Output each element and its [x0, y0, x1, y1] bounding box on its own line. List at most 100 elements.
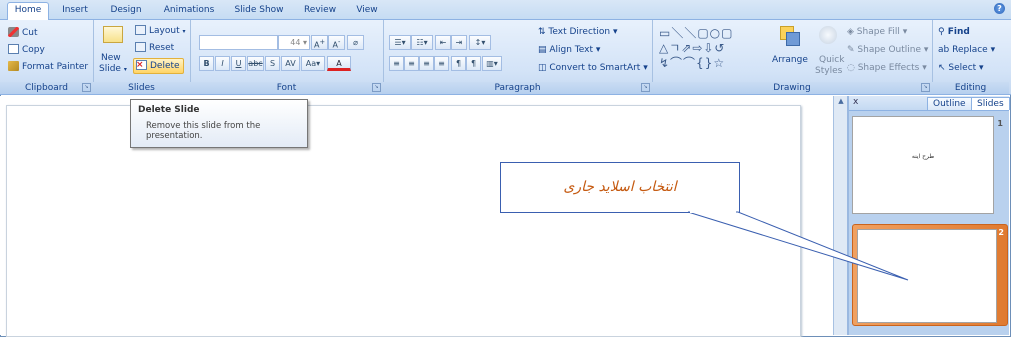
- drawing-group-label: Drawing: [652, 82, 932, 94]
- shape-fill-label: Shape Fill: [856, 27, 900, 37]
- format-painter-button[interactable]: Format Painter: [8, 61, 88, 73]
- effects-icon: ◌: [847, 63, 858, 73]
- shape-effects-button[interactable]: ◌ Shape Effects ▾: [847, 62, 927, 74]
- font-group: 44 ▾ A+ A- ⌀ B I U abc S AV Aa▾ A Font ↘: [190, 20, 384, 94]
- tooltip-body: Remove this slide from the presentation.: [146, 121, 261, 141]
- tab-slides[interactable]: Slides: [971, 97, 1010, 110]
- bullets-icon[interactable]: ☰▾: [389, 35, 411, 50]
- arrange-button[interactable]: Arrange: [772, 24, 808, 74]
- font-color-icon[interactable]: A: [327, 56, 351, 71]
- close-pane-icon[interactable]: x: [853, 97, 858, 107]
- tab-review[interactable]: Review: [300, 3, 340, 19]
- tab-insert[interactable]: Insert: [56, 3, 94, 19]
- align-left-icon[interactable]: ≡: [389, 56, 404, 71]
- select-label: Select: [948, 63, 977, 73]
- delete-icon: ×: [136, 60, 147, 70]
- text-direction-label: Text Direction: [548, 27, 611, 37]
- find-button[interactable]: ⚲ Find: [938, 26, 970, 38]
- bold-icon[interactable]: B: [199, 56, 214, 71]
- change-case-icon[interactable]: Aa▾: [301, 56, 325, 71]
- shape-fill-button[interactable]: ◈ Shape Fill ▾: [847, 26, 907, 38]
- tab-home[interactable]: Home: [7, 2, 49, 20]
- slide-editing-area[interactable]: [0, 96, 833, 337]
- text-direction-button[interactable]: ⇅ Text Direction ▾: [538, 26, 618, 38]
- drawing-group: ▭＼＼▢○▢ △ㄱ⇗⇨⇩↺ ↯⌒⌒{}☆ Arrange Quick Style…: [652, 20, 933, 94]
- decrease-indent-icon[interactable]: ⇤: [435, 35, 451, 50]
- pane-tabs: x Outline Slides: [849, 96, 1010, 111]
- layout-icon: [135, 25, 146, 35]
- arrange-label: Arrange: [772, 55, 808, 65]
- new-slide-button[interactable]: New Slide ▾: [97, 24, 127, 78]
- scissors-icon: [8, 27, 19, 37]
- tab-design[interactable]: Design: [107, 3, 145, 19]
- delete-slide-button[interactable]: × Delete: [133, 58, 184, 74]
- shape-outline-button[interactable]: ✎ Shape Outline ▾: [847, 44, 928, 56]
- font-size-combo[interactable]: 44 ▾: [278, 35, 310, 50]
- thumbnail-2-preview: [857, 229, 997, 323]
- char-spacing-icon[interactable]: AV: [281, 56, 300, 71]
- help-icon[interactable]: ?: [994, 3, 1005, 14]
- justify-icon[interactable]: ≡: [434, 56, 449, 71]
- layout-label: Layout: [149, 26, 180, 36]
- paragraph-launcher-icon[interactable]: ↘: [641, 83, 650, 92]
- shapes-gallery[interactable]: ▭＼＼▢○▢ △ㄱ⇗⇨⇩↺ ↯⌒⌒{}☆: [659, 26, 769, 74]
- new-slide-label-2: Slide ▾: [99, 63, 127, 76]
- font-size-value: 44: [290, 38, 301, 47]
- slide-thumbnail-1[interactable]: طرح اینه 1: [852, 116, 1006, 216]
- tab-view[interactable]: View: [352, 3, 382, 19]
- italic-icon[interactable]: I: [215, 56, 230, 71]
- scroll-up-icon[interactable]: ▲: [836, 97, 846, 107]
- quick-styles-label-2: Styles: [815, 66, 843, 76]
- cursor-icon: ↖: [938, 63, 949, 73]
- copy-button[interactable]: Copy: [8, 44, 45, 56]
- new-slide-label-2-text: Slide: [99, 64, 121, 74]
- shadow-icon[interactable]: S: [265, 56, 280, 71]
- slides-group-label: Slides: [93, 82, 190, 94]
- quick-styles-icon: [819, 26, 837, 44]
- reset-button[interactable]: Reset: [135, 42, 174, 54]
- select-button[interactable]: ↖ Select ▾: [938, 62, 984, 74]
- underline-icon[interactable]: U: [231, 56, 246, 71]
- ltr-icon[interactable]: ¶: [451, 56, 466, 71]
- slides-pane: x Outline Slides طرح اینه 1 2: [849, 96, 1010, 335]
- shrink-font-icon[interactable]: A-: [328, 35, 345, 50]
- rtl-icon[interactable]: ¶: [466, 56, 481, 71]
- convert-smartart-label: Convert to SmartArt: [549, 63, 641, 73]
- ribbon: Cut Copy Format Painter Clipboard ↘ New …: [0, 20, 1011, 95]
- clear-format-icon[interactable]: ⌀: [347, 35, 364, 50]
- current-slide[interactable]: [6, 105, 801, 337]
- tab-slide-show[interactable]: Slide Show: [230, 3, 288, 19]
- quick-styles-button[interactable]: Quick Styles: [815, 24, 845, 76]
- columns-icon[interactable]: ▥▾: [482, 56, 502, 71]
- convert-smartart-button[interactable]: ◫ Convert to SmartArt ▾: [538, 62, 648, 74]
- font-name-combo[interactable]: [199, 35, 278, 50]
- arrange-icon-back: [786, 32, 800, 46]
- ribbon-tabs: Home Insert Design Animations Slide Show…: [0, 0, 1011, 20]
- editing-group: ⚲ Find ab Replace ▾ ↖ Select ▾ Editing: [932, 20, 1009, 94]
- slide-thumbnail-2[interactable]: 2: [852, 224, 1008, 326]
- layout-button[interactable]: Layout ▾: [135, 25, 186, 38]
- slides-group: New Slide ▾ Layout ▾ Reset × Delete Slide…: [93, 20, 191, 94]
- clipboard-launcher-icon[interactable]: ↘: [82, 83, 91, 92]
- align-right-icon[interactable]: ≡: [419, 56, 434, 71]
- vertical-scrollbar[interactable]: ▲: [833, 96, 848, 335]
- increase-indent-icon[interactable]: ⇥: [451, 35, 467, 50]
- replace-button[interactable]: ab Replace ▾: [938, 44, 995, 56]
- font-launcher-icon[interactable]: ↘: [372, 83, 381, 92]
- grow-font-icon[interactable]: A+: [311, 35, 328, 50]
- drawing-launcher-icon[interactable]: ↘: [921, 83, 930, 92]
- align-center-icon[interactable]: ≡: [404, 56, 419, 71]
- shape-effects-label: Shape Effects: [857, 63, 920, 73]
- strikethrough-icon[interactable]: abc: [247, 56, 264, 71]
- paint-bucket-icon: ◈: [847, 27, 857, 37]
- line-spacing-icon[interactable]: ↕▾: [469, 35, 491, 50]
- paragraph-group-label: Paragraph: [383, 82, 652, 94]
- align-text-button[interactable]: ▤ Align Text ▾: [538, 44, 600, 56]
- cut-button[interactable]: Cut: [8, 27, 38, 39]
- shapes-row-1: ▭＼＼▢○▢: [659, 26, 734, 40]
- tab-animations[interactable]: Animations: [158, 3, 220, 19]
- thumbnail-2-number: 2: [998, 228, 1004, 237]
- numbering-icon[interactable]: ☷▾: [411, 35, 433, 50]
- tab-outline[interactable]: Outline: [927, 97, 972, 110]
- shapes-row-2: △ㄱ⇗⇨⇩↺: [659, 41, 726, 55]
